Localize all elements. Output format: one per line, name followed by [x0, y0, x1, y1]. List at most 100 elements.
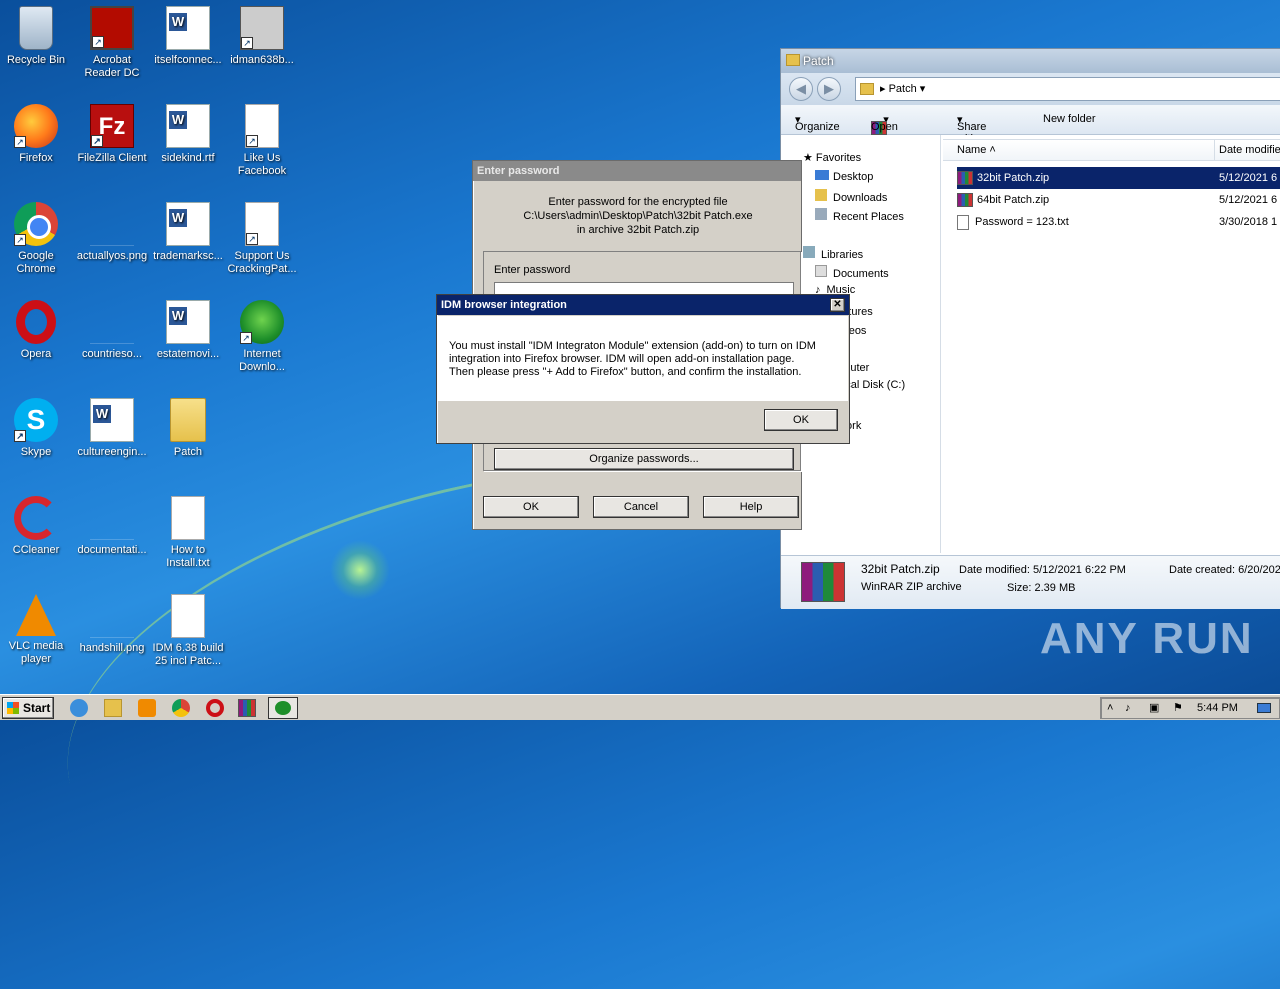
column-header-name[interactable]: Name ˄ — [943, 139, 1215, 161]
message-line: C:\Users\admin\Desktop\Patch\32bit Patch… — [523, 210, 753, 222]
desktop-icon-documentati[interactable]: documentati... — [74, 496, 150, 557]
desktop-icon-sidekind[interactable]: sidekind.rtf — [150, 104, 226, 165]
shortcut-arrow-icon: ↗ — [92, 36, 104, 48]
desktop-icon-ccleaner[interactable]: CCleaner — [0, 496, 74, 557]
details-date-modified: Date modified: 5/12/2021 6:22 PM — [959, 564, 1126, 576]
show-hidden-icons-icon[interactable]: ˄ — [1107, 698, 1113, 718]
desktop-icon-like-us[interactable]: ↗ Like Us Facebook — [224, 104, 300, 178]
ok-button[interactable]: OK — [483, 496, 579, 518]
open-button[interactable]: Open ▾ — [871, 113, 898, 135]
desktop-icon-idman-setup[interactable]: ↗ idman638b... — [224, 6, 300, 67]
idm-dialog-titlebar[interactable]: IDM browser integration — [437, 295, 849, 315]
desktop-icon-how-to-install[interactable]: How to Install.txt — [150, 496, 226, 570]
nav-documents[interactable]: Documents — [815, 265, 889, 280]
nav-favorites[interactable]: ★ Favorites — [803, 151, 861, 164]
desktop-icon-chrome[interactable]: ↗ Google Chrome — [0, 202, 74, 276]
desktop-icon-label: Recycle Bin — [6, 54, 66, 66]
recent-places-icon — [815, 208, 827, 220]
libraries-icon — [803, 246, 815, 258]
recycle-bin-icon — [19, 6, 53, 50]
shortcut-arrow-icon: ↗ — [240, 332, 252, 344]
nav-label: Downloads — [833, 192, 888, 204]
explorer-icon[interactable] — [104, 699, 122, 717]
desktop-icon-label: idman638b... — [230, 54, 294, 66]
desktop-icon-firefox[interactable]: ↗ Firefox — [0, 104, 74, 165]
desktop-icon-label: estatemovi... — [156, 348, 220, 360]
shortcut-arrow-icon: ↗ — [241, 37, 253, 49]
desktop-icon-label: Like Us Facebook — [237, 152, 287, 177]
desktop-icon-label: itselfconnec... — [154, 54, 222, 66]
volume-icon[interactable]: ♪ — [1125, 698, 1131, 718]
winrar-archive-icon — [801, 562, 845, 602]
file-row[interactable]: Password = 123.txt 3/30/2018 1 — [957, 211, 1280, 233]
clock[interactable]: 5:44 PM — [1197, 698, 1238, 718]
desktop-icon-acrobat[interactable]: ↗ Acrobat Reader DC — [74, 6, 150, 80]
image-file-icon — [90, 594, 134, 638]
ie-icon[interactable] — [70, 699, 88, 717]
details-date-created: Date created: 6/20/202 — [1169, 564, 1280, 576]
desktop-icon-actuallyos[interactable]: actuallyos.png — [74, 202, 150, 263]
close-icon[interactable]: ✕ — [830, 298, 845, 312]
file-row[interactable]: 64bit Patch.zip 5/12/2021 6 — [957, 189, 1280, 211]
document-icon: ↗ — [245, 104, 279, 148]
nav-libraries[interactable]: Libraries — [803, 246, 863, 261]
desktop-icon-recycle-bin[interactable]: Recycle Bin — [0, 6, 74, 67]
nav-recent-places[interactable]: Recent Places — [815, 208, 904, 223]
shortcut-arrow-icon: ↗ — [14, 430, 26, 442]
downloads-icon — [815, 189, 827, 201]
desktop-icon-handshill[interactable]: handshill.png — [74, 594, 150, 655]
desktop-icon-estatemovi[interactable]: estatemovi... — [150, 300, 226, 361]
desktop-icon-cultureengin[interactable]: cultureengin... — [74, 398, 150, 459]
shortcut-arrow-icon: ↗ — [91, 135, 103, 147]
chrome-icon[interactable] — [172, 699, 190, 717]
desktop-icon-idm-build[interactable]: IDM 6.38 build 25 incl Patc... — [150, 594, 226, 668]
file-row[interactable]: 32bit Patch.zip 5/12/2021 6 — [957, 167, 1280, 189]
new-folder-button[interactable]: New folder — [1043, 113, 1096, 125]
desktop-icon-opera[interactable]: Opera — [0, 300, 74, 361]
desktop-icon-trademarksc[interactable]: trademarksc... — [150, 202, 226, 263]
help-button[interactable]: Help — [703, 496, 799, 518]
password-dialog-titlebar[interactable]: Enter password — [473, 161, 801, 181]
desktop-icon-countrieso[interactable]: countrieso... — [74, 300, 150, 361]
forward-button[interactable]: ▶ — [817, 77, 841, 101]
share-with-button[interactable]: Share with ▾ — [957, 113, 986, 145]
folder-icon — [860, 83, 874, 95]
desktop-icon-filezilla[interactable]: Fz ↗ FileZilla Client — [74, 104, 150, 165]
desktop-icon-support-us[interactable]: ↗ Support Us CrackingPat... — [224, 202, 300, 276]
ccleaner-icon — [14, 496, 58, 540]
details-size: Size: 2.39 MB — [1007, 582, 1076, 594]
file-name: 32bit Patch.zip — [977, 172, 1050, 184]
wallpaper-glow — [330, 540, 390, 600]
word-doc-icon — [166, 300, 210, 344]
idm-taskbar-button[interactable] — [268, 697, 298, 719]
action-center-flag-icon[interactable]: ⚑ — [1173, 698, 1183, 718]
cancel-button[interactable]: Cancel — [593, 496, 689, 518]
desktop-icon-idm[interactable]: ↗ Internet Downlo... — [224, 300, 300, 374]
show-desktop-icon[interactable] — [1257, 703, 1271, 713]
address-input[interactable]: ▸ Patch ▾ — [855, 77, 1280, 101]
winrar-icon[interactable] — [238, 699, 256, 717]
media-player-icon[interactable] — [138, 699, 156, 717]
column-header-date[interactable]: Date modifie — [1215, 139, 1280, 161]
desktop-icon-itselfconnec[interactable]: itselfconnec... — [150, 6, 226, 67]
organize-button[interactable]: Organize ▾ — [795, 113, 840, 133]
start-button[interactable]: Start — [2, 697, 54, 719]
nav-downloads[interactable]: Downloads — [815, 189, 887, 204]
network-icon[interactable]: ▣ — [1149, 698, 1159, 718]
desktop-icon-vlc[interactable]: VLC media player — [0, 594, 74, 666]
desktop-icon-label: CCleaner — [12, 544, 60, 556]
folder-icon — [170, 398, 206, 442]
organize-passwords-button[interactable]: Organize passwords... — [494, 448, 794, 470]
nav-label: Desktop — [833, 171, 874, 183]
desktop-icon-label: Patch — [173, 446, 203, 458]
back-button[interactable]: ◀ — [789, 77, 813, 101]
desktop-icon-patch-folder[interactable]: Patch — [150, 398, 226, 459]
desktop-icon-skype[interactable]: S ↗ Skype — [0, 398, 74, 459]
explorer-titlebar[interactable]: Patch — [781, 49, 1280, 73]
opera-icon[interactable] — [206, 699, 224, 717]
word-doc-icon — [166, 6, 210, 50]
zip-file-icon — [957, 171, 973, 186]
nav-desktop[interactable]: Desktop — [815, 170, 873, 183]
idm-ok-button[interactable]: OK — [764, 409, 838, 431]
window-title: Patch — [803, 54, 834, 68]
